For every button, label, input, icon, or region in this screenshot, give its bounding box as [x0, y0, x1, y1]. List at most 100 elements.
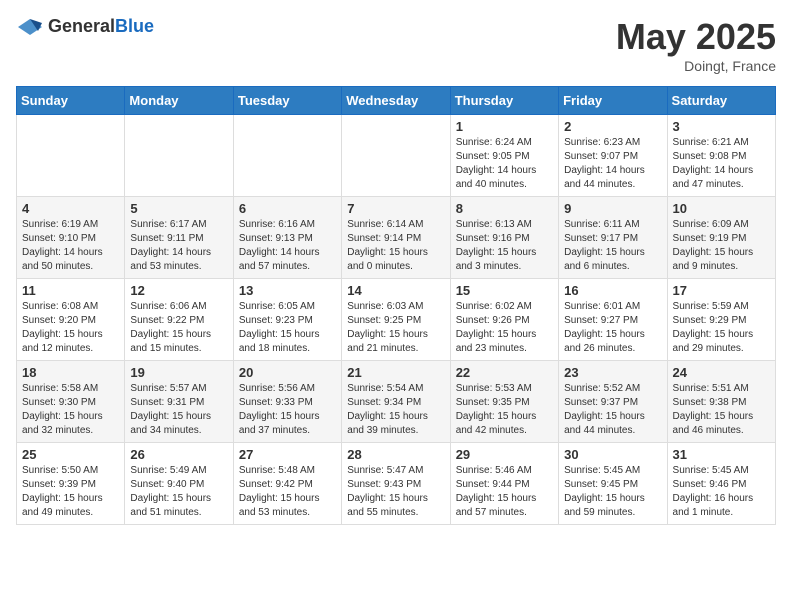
- calendar-cell: 26 Sunrise: 5:49 AM Sunset: 9:40 PM Dayli…: [125, 443, 233, 525]
- day-of-week-header: Tuesday: [233, 87, 341, 115]
- day-info: Sunrise: 6:17 AM Sunset: 9:11 PM Dayligh…: [130, 218, 227, 274]
- day-info: Sunrise: 6:05 AM Sunset: 9:23 PM Dayligh…: [239, 300, 336, 356]
- day-number: 21: [347, 365, 444, 380]
- calendar-cell: 3 Sunrise: 6:21 AM Sunset: 9:08 PM Daylig…: [667, 115, 775, 197]
- calendar-cell: 18Sunrise: 5:58 AM Sunset: 9:30 PM Dayli…: [17, 361, 125, 443]
- page-header: GeneralBlue May 2025 Doingt, France: [16, 16, 776, 74]
- calendar-cell: 31Sunrise: 5:45 AM Sunset: 9:46 PM Dayli…: [667, 443, 775, 525]
- day-info: Sunrise: 5:56 AM Sunset: 9:33 PM Dayligh…: [239, 382, 336, 438]
- calendar: SundayMondayTuesdayWednesdayThursdayFrid…: [16, 86, 776, 525]
- day-number: 10: [673, 201, 770, 216]
- day-number: 23: [564, 365, 661, 380]
- day-info: Sunrise: 6:09 AM Sunset: 9:19 PM Dayligh…: [673, 218, 770, 274]
- calendar-cell: 11 Sunrise: 6:08 AM Sunset: 9:20 PM Dayli…: [17, 279, 125, 361]
- day-of-week-header: Monday: [125, 87, 233, 115]
- calendar-cell: 10 Sunrise: 6:09 AM Sunset: 9:19 PM Dayli…: [667, 197, 775, 279]
- day-info: Sunrise: 6:13 AM Sunset: 9:16 PM Dayligh…: [456, 218, 553, 274]
- day-number: 4: [22, 201, 119, 216]
- day-info: Sunrise: 6:02 AM Sunset: 9:26 PM Dayligh…: [456, 300, 553, 356]
- day-number: 7: [347, 201, 444, 216]
- calendar-cell: 27 Sunrise: 5:48 AM Sunset: 9:42 PM Dayli…: [233, 443, 341, 525]
- calendar-cell: 20 Sunrise: 5:56 AM Sunset: 9:33 PM Dayli…: [233, 361, 341, 443]
- day-number: 18: [22, 365, 119, 380]
- day-info: Sunrise: 5:53 AM Sunset: 9:35 PM Dayligh…: [456, 382, 553, 438]
- calendar-cell: 25 Sunrise: 5:50 AM Sunset: 9:39 PM Dayli…: [17, 443, 125, 525]
- calendar-cell: 4 Sunrise: 6:19 AM Sunset: 9:10 PM Daylig…: [17, 197, 125, 279]
- calendar-cell: 12Sunrise: 6:06 AM Sunset: 9:22 PM Dayli…: [125, 279, 233, 361]
- day-number: 19: [130, 365, 227, 380]
- day-info: Sunrise: 6:19 AM Sunset: 9:10 PM Dayligh…: [22, 218, 119, 274]
- logo-blue: Blue: [115, 16, 154, 36]
- day-info: Sunrise: 6:24 AM Sunset: 9:05 PM Dayligh…: [456, 136, 553, 192]
- calendar-week-row: 25 Sunrise: 5:50 AM Sunset: 9:39 PM Dayli…: [17, 443, 776, 525]
- logo-general: General: [48, 16, 115, 36]
- location: Doingt, France: [616, 58, 776, 74]
- day-number: 20: [239, 365, 336, 380]
- day-number: 29: [456, 447, 553, 462]
- calendar-cell: [233, 115, 341, 197]
- day-number: 16: [564, 283, 661, 298]
- day-number: 28: [347, 447, 444, 462]
- day-info: Sunrise: 5:50 AM Sunset: 9:39 PM Dayligh…: [22, 464, 119, 520]
- day-info: Sunrise: 6:01 AM Sunset: 9:27 PM Dayligh…: [564, 300, 661, 356]
- day-number: 9: [564, 201, 661, 216]
- calendar-cell: 30 Sunrise: 5:45 AM Sunset: 9:45 PM Dayli…: [559, 443, 667, 525]
- day-number: 6: [239, 201, 336, 216]
- calendar-cell: 16 Sunrise: 6:01 AM Sunset: 9:27 PM Dayli…: [559, 279, 667, 361]
- day-info: Sunrise: 5:48 AM Sunset: 9:42 PM Dayligh…: [239, 464, 336, 520]
- calendar-cell: 15 Sunrise: 6:02 AM Sunset: 9:26 PM Dayli…: [450, 279, 558, 361]
- calendar-cell: 14Sunrise: 6:03 AM Sunset: 9:25 PM Dayli…: [342, 279, 450, 361]
- calendar-week-row: 11 Sunrise: 6:08 AM Sunset: 9:20 PM Dayli…: [17, 279, 776, 361]
- day-info: Sunrise: 5:54 AM Sunset: 9:34 PM Dayligh…: [347, 382, 444, 438]
- day-of-week-header: Saturday: [667, 87, 775, 115]
- calendar-cell: 19 Sunrise: 5:57 AM Sunset: 9:31 PM Dayli…: [125, 361, 233, 443]
- day-number: 2: [564, 119, 661, 134]
- day-info: Sunrise: 6:11 AM Sunset: 9:17 PM Dayligh…: [564, 218, 661, 274]
- day-number: 27: [239, 447, 336, 462]
- calendar-cell: 24Sunrise: 5:51 AM Sunset: 9:38 PM Dayli…: [667, 361, 775, 443]
- calendar-cell: 29 Sunrise: 5:46 AM Sunset: 9:44 PM Dayli…: [450, 443, 558, 525]
- day-number: 22: [456, 365, 553, 380]
- day-info: Sunrise: 6:21 AM Sunset: 9:08 PM Dayligh…: [673, 136, 770, 192]
- day-info: Sunrise: 6:16 AM Sunset: 9:13 PM Dayligh…: [239, 218, 336, 274]
- day-info: Sunrise: 5:57 AM Sunset: 9:31 PM Dayligh…: [130, 382, 227, 438]
- title-section: May 2025 Doingt, France: [616, 16, 776, 74]
- day-number: 15: [456, 283, 553, 298]
- calendar-cell: 21 Sunrise: 5:54 AM Sunset: 9:34 PM Dayli…: [342, 361, 450, 443]
- day-info: Sunrise: 5:46 AM Sunset: 9:44 PM Dayligh…: [456, 464, 553, 520]
- calendar-cell: [342, 115, 450, 197]
- calendar-cell: [17, 115, 125, 197]
- calendar-week-row: 1 Sunrise: 6:24 AM Sunset: 9:05 PM Daylig…: [17, 115, 776, 197]
- day-number: 25: [22, 447, 119, 462]
- calendar-header-row: SundayMondayTuesdayWednesdayThursdayFrid…: [17, 87, 776, 115]
- month-year: May 2025: [616, 16, 776, 58]
- day-number: 26: [130, 447, 227, 462]
- day-number: 3: [673, 119, 770, 134]
- day-info: Sunrise: 5:49 AM Sunset: 9:40 PM Dayligh…: [130, 464, 227, 520]
- day-number: 5: [130, 201, 227, 216]
- day-number: 8: [456, 201, 553, 216]
- calendar-cell: 9 Sunrise: 6:11 AM Sunset: 9:17 PM Daylig…: [559, 197, 667, 279]
- day-number: 12: [130, 283, 227, 298]
- day-number: 30: [564, 447, 661, 462]
- calendar-week-row: 4 Sunrise: 6:19 AM Sunset: 9:10 PM Daylig…: [17, 197, 776, 279]
- day-info: Sunrise: 5:59 AM Sunset: 9:29 PM Dayligh…: [673, 300, 770, 356]
- day-info: Sunrise: 6:08 AM Sunset: 9:20 PM Dayligh…: [22, 300, 119, 356]
- day-of-week-header: Thursday: [450, 87, 558, 115]
- day-of-week-header: Sunday: [17, 87, 125, 115]
- calendar-cell: 7Sunrise: 6:14 AM Sunset: 9:14 PM Daylig…: [342, 197, 450, 279]
- calendar-cell: 5 Sunrise: 6:17 AM Sunset: 9:11 PM Daylig…: [125, 197, 233, 279]
- day-of-week-header: Friday: [559, 87, 667, 115]
- logo-icon: [16, 17, 44, 37]
- day-number: 14: [347, 283, 444, 298]
- day-number: 11: [22, 283, 119, 298]
- day-number: 1: [456, 119, 553, 134]
- day-info: Sunrise: 5:45 AM Sunset: 9:45 PM Dayligh…: [564, 464, 661, 520]
- calendar-cell: 28Sunrise: 5:47 AM Sunset: 9:43 PM Dayli…: [342, 443, 450, 525]
- calendar-cell: 23Sunrise: 5:52 AM Sunset: 9:37 PM Dayli…: [559, 361, 667, 443]
- calendar-cell: 6 Sunrise: 6:16 AM Sunset: 9:13 PM Daylig…: [233, 197, 341, 279]
- day-of-week-header: Wednesday: [342, 87, 450, 115]
- calendar-week-row: 18Sunrise: 5:58 AM Sunset: 9:30 PM Dayli…: [17, 361, 776, 443]
- calendar-cell: 22 Sunrise: 5:53 AM Sunset: 9:35 PM Dayli…: [450, 361, 558, 443]
- calendar-cell: 1 Sunrise: 6:24 AM Sunset: 9:05 PM Daylig…: [450, 115, 558, 197]
